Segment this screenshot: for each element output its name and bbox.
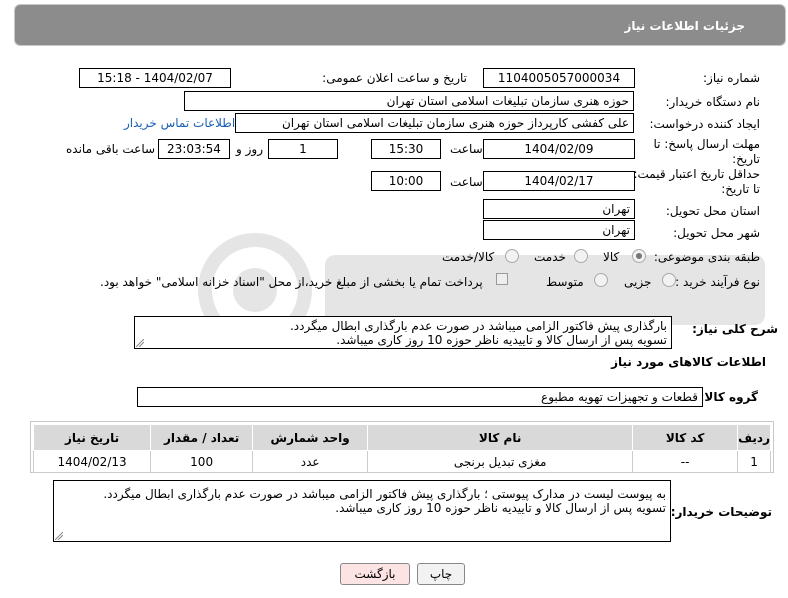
purchase-option-minor: جزیی (624, 275, 652, 289)
deadline-time-field: 15:30 (371, 139, 441, 159)
resize-handle-icon[interactable] (55, 532, 63, 540)
goods-section-title: اطلاعات کالاهای مورد نیاز (611, 355, 766, 369)
cell-date: 1404/02/13 (32, 450, 152, 473)
remaining-label: ساعت باقی مانده (66, 142, 156, 156)
deadline-label-line2: تاریخ: (732, 152, 760, 166)
category-option-service: خدمت (534, 250, 566, 264)
announce-field: 1404/02/07 - 15:18 (79, 68, 231, 88)
creator-label: ایجاد کننده درخواست: (649, 117, 760, 131)
category-option-goods: کالا (603, 250, 620, 264)
purchase-radio-minor[interactable] (662, 273, 676, 287)
validity-label-line2: تا تاریخ: (721, 182, 760, 196)
buyer-notes-line-1: به پیوست لیست در مدارک پیوستی ؛ بارگذاری… (103, 487, 666, 501)
buyer-notes-label: توضیحات خریدار: (670, 505, 772, 519)
col-unit: واحد شمارش (252, 424, 369, 451)
validity-label: حداقل تاریخ اعتبار قیمت: تا تاریخ: (633, 167, 760, 197)
col-row: ردیف (737, 424, 771, 451)
print-button[interactable]: چاپ (417, 563, 465, 585)
buyer-org-field: حوزه هنری سازمان تبلیغات اسلامی استان ته… (184, 91, 634, 111)
cell-name: مغزی تبدیل برنجی (367, 450, 634, 473)
city-field: تهران (483, 220, 635, 240)
category-label: طبقه بندی موضوعی: (653, 250, 760, 264)
province-field: تهران (483, 199, 635, 219)
buyer-notes-line-2: تسویه پس از ارسال کالا و تاییدیه ناظر حو… (335, 501, 666, 515)
cell-unit: عدد (252, 450, 369, 473)
validity-date-field: 1404/02/17 (483, 171, 635, 191)
cell-row: 1 (737, 450, 771, 473)
panel-header: جزئیات اطلاعات نیاز (15, 5, 785, 45)
category-radio-goods[interactable] (632, 249, 646, 263)
col-quantity: تعداد / مقدار (150, 424, 254, 451)
validity-label-line1: حداقل تاریخ اعتبار قیمت: (633, 167, 760, 181)
col-name: نام کالا (367, 424, 634, 451)
days-field: 1 (268, 139, 338, 159)
validity-time-field: 10:00 (371, 171, 441, 191)
description-label: شرح کلی نیاز: (692, 322, 778, 336)
back-button[interactable]: بازگشت (340, 563, 410, 585)
buyer-org-label: نام دستگاه خریدار: (665, 95, 761, 109)
deadline-label-line1: مهلت ارسال پاسخ: تا (653, 137, 760, 151)
resize-handle-icon[interactable] (136, 339, 144, 347)
announce-label: تاریخ و ساعت اعلان عمومی: (322, 71, 467, 85)
goods-group-field: قطعات و تجهیزات تهویه مطبوع (137, 387, 703, 407)
deadline-date-field: 1404/02/09 (483, 139, 635, 159)
items-table: ردیف کد کالا نام کالا واحد شمارش تعداد /… (32, 424, 771, 473)
validity-time-label: ساعت (450, 175, 483, 189)
city-label: شهر محل تحویل: (673, 226, 760, 240)
treasury-payment-checkbox[interactable] (496, 273, 508, 285)
purchase-option-medium: متوسط (546, 275, 584, 289)
buyer-notes-textarea: به پیوست لیست در مدارک پیوستی ؛ بارگذاری… (53, 480, 671, 542)
description-textarea: بارگذاری پیش فاکتور الزامی میباشد در صور… (134, 316, 672, 349)
remaining-time-field: 23:03:54 (158, 139, 230, 159)
items-table-header: ردیف کد کالا نام کالا واحد شمارش تعداد /… (32, 424, 771, 451)
category-option-goods-service: کالا/خدمت (442, 250, 495, 264)
need-number-field: 1104005057000034 (483, 68, 635, 88)
description-line-1: بارگذاری پیش فاکتور الزامی میباشد در صور… (289, 319, 667, 333)
cell-code: -- (632, 450, 739, 473)
buyer-contact-link[interactable]: اطلاعات تماس خریدار (124, 116, 235, 130)
payment-note: پرداخت تمام یا بخشی از مبلغ خرید،از محل … (100, 275, 483, 289)
description-line-2: تسویه پس از ارسال کالا و تاییدیه ناظر حو… (336, 333, 667, 347)
days-label: روز و (236, 142, 263, 156)
col-code: کد کالا (632, 424, 739, 451)
category-radio-service[interactable] (574, 249, 588, 263)
col-date: تاریخ نیاز (32, 424, 152, 451)
goods-group-label: گروه کالا: (699, 390, 758, 404)
deadline-label: مهلت ارسال پاسخ: تا تاریخ: (653, 137, 760, 167)
purchase-radio-medium[interactable] (594, 273, 608, 287)
purchase-type-label: نوع فرآیند خرید : (675, 275, 760, 289)
need-number-label: شماره نیاز: (703, 71, 760, 85)
province-label: استان محل تحویل: (665, 204, 760, 218)
cell-quantity: 100 (150, 450, 254, 473)
panel-title: جزئیات اطلاعات نیاز (624, 19, 745, 33)
category-radio-goods-service[interactable] (505, 249, 519, 263)
deadline-time-label: ساعت (450, 142, 483, 156)
table-row: 1 -- مغزی تبدیل برنجی عدد 100 1404/02/13 (32, 450, 771, 473)
details-panel: جزئیات اطلاعات نیاز (14, 4, 786, 46)
creator-field: علی کفشی کارپرداز حوزه هنری سازمان تبلیغ… (235, 113, 634, 133)
